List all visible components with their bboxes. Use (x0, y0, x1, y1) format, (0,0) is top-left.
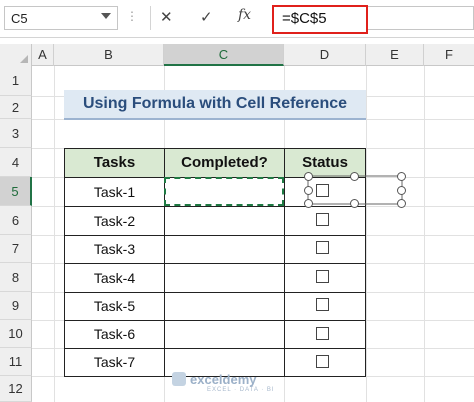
copy-marquee (164, 177, 284, 206)
status-checkbox[interactable] (316, 213, 329, 226)
header-completed[interactable]: Completed? (164, 148, 285, 178)
more-options-icon[interactable]: ⋮ (126, 9, 138, 23)
resize-handle[interactable] (397, 186, 406, 195)
completed-cell[interactable] (164, 206, 285, 236)
column-header-c[interactable]: C (164, 44, 284, 66)
status-checkbox[interactable] (316, 298, 329, 311)
row-header-8[interactable]: 8 (0, 263, 32, 292)
select-all-icon (20, 55, 28, 63)
resize-handle[interactable] (350, 172, 359, 181)
task-cell[interactable]: Task-4 (64, 263, 165, 293)
formula-text: =$C$5 (282, 10, 327, 27)
status-checkbox[interactable] (316, 270, 329, 283)
task-cell[interactable]: Task-2 (64, 206, 165, 236)
status-checkbox[interactable] (316, 241, 329, 254)
row-header-12[interactable]: 12 (0, 376, 32, 402)
task-cell[interactable]: Task-1 (64, 177, 165, 207)
status-checkbox[interactable] (316, 355, 329, 368)
header-tasks[interactable]: Tasks (64, 148, 165, 178)
row-header-4[interactable]: 4 (0, 148, 32, 177)
gridline (366, 66, 367, 402)
row-header-5[interactable]: 5 (0, 177, 32, 206)
row-header-11[interactable]: 11 (0, 348, 32, 376)
column-header-f[interactable]: F (424, 44, 474, 66)
resize-handle[interactable] (350, 199, 359, 208)
row-header-3[interactable]: 3 (0, 119, 32, 148)
task-cell[interactable]: Task-6 (64, 320, 165, 349)
completed-cell[interactable] (164, 292, 285, 321)
task-cell[interactable]: Task-5 (64, 292, 165, 321)
completed-cell[interactable] (164, 263, 285, 293)
resize-handle[interactable] (304, 172, 313, 181)
task-cell[interactable]: Task-7 (64, 348, 165, 377)
formula-bar-extension[interactable] (368, 6, 474, 30)
confirm-icon[interactable]: ✓ (200, 8, 213, 26)
completed-cell[interactable] (164, 320, 285, 349)
row-header-9[interactable]: 9 (0, 292, 32, 320)
resize-handle[interactable] (397, 199, 406, 208)
column-header-b[interactable]: B (54, 44, 164, 66)
task-cell[interactable]: Task-3 (64, 235, 165, 264)
completed-cell[interactable] (164, 235, 285, 264)
column-header-a[interactable]: A (32, 44, 54, 66)
status-checkbox[interactable] (316, 327, 329, 340)
resize-handle[interactable] (304, 186, 313, 195)
chevron-down-icon[interactable] (101, 13, 111, 19)
row-header-7[interactable]: 7 (0, 235, 32, 263)
formula-bar-divider (150, 6, 151, 30)
row-header-6[interactable]: 6 (0, 206, 32, 235)
gridline (424, 66, 425, 402)
column-header-e[interactable]: E (366, 44, 424, 66)
row-header-2[interactable]: 2 (0, 96, 32, 119)
watermark-tagline: EXCEL · DATA · BI (207, 387, 275, 393)
exceldemy-logo-icon (172, 372, 186, 386)
sheet-title: Using Formula with Cell Reference (82, 95, 348, 112)
insert-function-icon[interactable]: fx (238, 7, 251, 23)
column-header-d[interactable]: D (284, 44, 366, 66)
gridline (54, 66, 55, 402)
resize-handle[interactable] (397, 172, 406, 181)
watermark-brand: exceldemy (190, 372, 257, 387)
resize-handle[interactable] (304, 199, 313, 208)
row-header-10[interactable]: 10 (0, 320, 32, 348)
row-header-1[interactable]: 1 (0, 66, 32, 96)
cancel-icon[interactable]: ✕ (160, 8, 173, 26)
